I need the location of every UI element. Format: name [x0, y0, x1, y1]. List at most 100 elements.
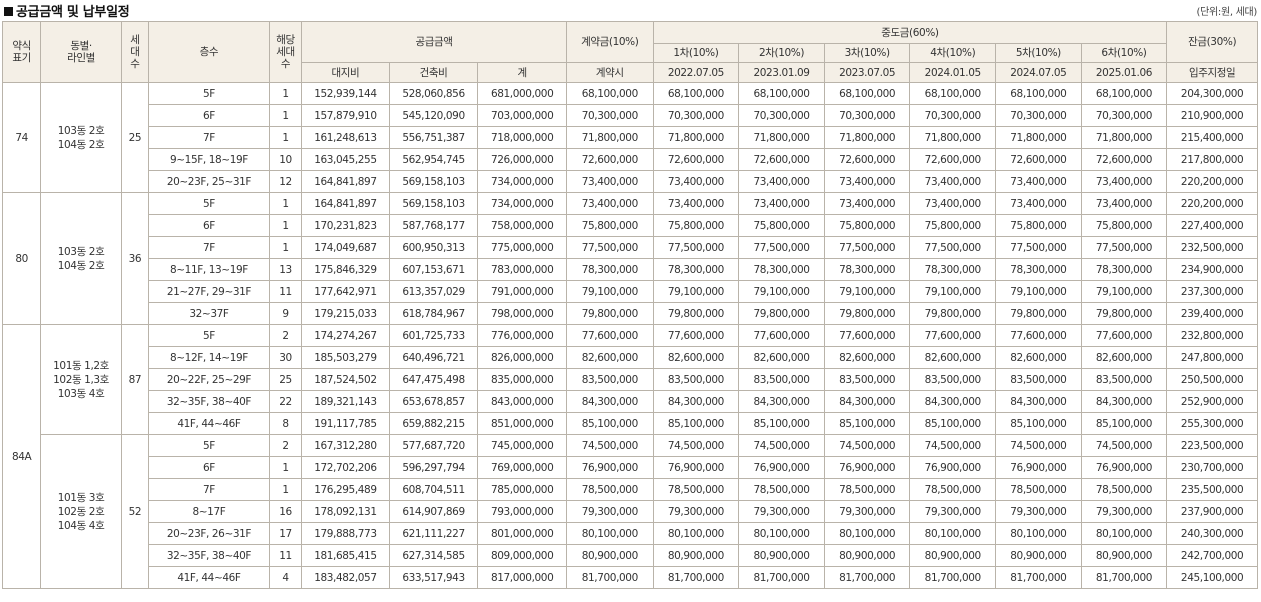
middle-payment-6: 84,300,000: [1080, 390, 1168, 413]
middle-payment-3: 78,500,000: [823, 478, 911, 501]
applicable-households: 8: [268, 412, 303, 435]
middle-payment-3: 74,500,000: [823, 434, 911, 457]
total-price: 703,000,000: [477, 104, 567, 127]
header-middle-term-4: 4차(10%): [909, 43, 997, 63]
building-cost: 545,120,090: [388, 104, 479, 127]
middle-payment-5: 82,600,000: [995, 346, 1082, 369]
middle-payment-5: 80,900,000: [995, 544, 1082, 567]
middle-payment-3: 71,800,000: [823, 126, 911, 149]
applicable-households: 25: [268, 368, 303, 391]
middle-payment-5: 72,600,000: [995, 148, 1082, 171]
middle-payment-6: 77,500,000: [1080, 236, 1168, 259]
deposit-amount: 75,800,000: [566, 214, 654, 237]
middle-payment-1: 84,300,000: [652, 390, 740, 413]
deposit-amount: 79,100,000: [566, 280, 654, 303]
table-row: 6F 1 172,702,206 596,297,794 769,000,000 76,9…: [3, 456, 1258, 479]
floor-range: 20~23F, 26~31F: [148, 522, 270, 545]
header-applicable-households: 해당 세대 수: [268, 21, 303, 83]
page-title: 공급금액 및 납부일정: [4, 1, 130, 20]
household-count: 87: [120, 324, 150, 435]
header-households: 세 대 수: [120, 21, 150, 83]
middle-payment-4: 72,600,000: [909, 148, 997, 171]
middle-payment-2: 80,100,000: [738, 522, 825, 545]
middle-payment-5: 81,700,000: [995, 566, 1082, 589]
table-row: 32~35F, 38~40F 22 189,321,143 653,678,857 84…: [3, 390, 1258, 413]
floor-range: 21~27F, 29~31F: [148, 280, 270, 303]
header-supply-amount: 공급금액: [301, 21, 567, 63]
middle-payment-2: 70,300,000: [738, 104, 825, 127]
total-price: 726,000,000: [477, 148, 567, 171]
type-label: 74: [1, 82, 42, 193]
land-cost: 179,215,033: [301, 302, 390, 325]
deposit-amount: 81,700,000: [566, 566, 654, 589]
applicable-households: 13: [268, 258, 303, 281]
middle-payment-1: 79,100,000: [652, 280, 740, 303]
middle-payment-1: 76,900,000: [652, 456, 740, 479]
middle-payment-4: 82,600,000: [909, 346, 997, 369]
land-cost: 177,642,971: [301, 280, 390, 303]
middle-payment-6: 76,900,000: [1080, 456, 1168, 479]
building-cost: 613,357,029: [388, 280, 479, 303]
land-cost: 191,117,785: [301, 412, 390, 435]
middle-payment-1: 74,500,000: [652, 434, 740, 457]
square-bullet-icon: [4, 7, 13, 16]
middle-payment-5: 84,300,000: [995, 390, 1082, 413]
table-row: 20~23F, 25~31F 12 164,841,897 569,158,103 73…: [3, 170, 1258, 193]
applicable-households: 2: [268, 434, 303, 457]
dong-line: 103동 2호 104동 2호: [40, 82, 122, 193]
middle-payment-3: 78,300,000: [823, 258, 911, 281]
floor-range: 5F: [148, 82, 270, 105]
table-row: 7F 1 176,295,489 608,704,511 785,000,000 78,5…: [3, 478, 1258, 501]
land-cost: 152,939,144: [301, 82, 390, 105]
total-price: 817,000,000: [477, 566, 567, 589]
balance-amount: 232,500,000: [1166, 236, 1258, 259]
middle-payment-4: 68,100,000: [909, 82, 997, 105]
middle-payment-3: 79,100,000: [823, 280, 911, 303]
header-total: 계: [477, 62, 567, 83]
land-cost: 175,846,329: [301, 258, 390, 281]
land-cost: 170,231,823: [301, 214, 390, 237]
deposit-amount: 73,400,000: [566, 192, 654, 215]
middle-payment-3: 70,300,000: [823, 104, 911, 127]
balance-amount: 227,400,000: [1166, 214, 1258, 237]
table-row: 80 103동 2호 104동 2호 36 5F 1 164,841,897 569,158…: [1, 192, 1258, 325]
middle-payment-2: 79,100,000: [738, 280, 825, 303]
table-row: 9~15F, 18~19F 10 163,045,255 562,954,745 726…: [3, 148, 1258, 171]
land-cost: 189,321,143: [301, 390, 390, 413]
total-price: 851,000,000: [477, 412, 567, 435]
floor-range: 8~11F, 13~19F: [148, 258, 270, 281]
middle-payment-6: 79,800,000: [1080, 302, 1168, 325]
middle-payment-5: 71,800,000: [995, 126, 1082, 149]
middle-payment-3: 79,300,000: [823, 500, 911, 523]
header-middle-term-1: 1차(10%): [652, 43, 740, 63]
middle-payment-4: 74,500,000: [909, 434, 997, 457]
applicable-households: 22: [268, 390, 303, 413]
balance-amount: 220,200,000: [1166, 192, 1258, 215]
total-price: 791,000,000: [477, 280, 567, 303]
header-middle-term-5: 5차(10%): [995, 43, 1082, 63]
total-price: 785,000,000: [477, 478, 567, 501]
middle-payment-5: 85,100,000: [995, 412, 1082, 435]
header-middle-term-2: 2차(10%): [738, 43, 825, 63]
middle-payment-3: 72,600,000: [823, 148, 911, 171]
building-cost: 600,950,313: [388, 236, 479, 259]
applicable-households: 1: [268, 478, 303, 501]
building-cost: 608,704,511: [388, 478, 479, 501]
table-row: 8~17F 16 178,092,131 614,907,869 793,000,000…: [3, 500, 1258, 523]
middle-payment-1: 78,500,000: [652, 478, 740, 501]
deposit-amount: 68,100,000: [566, 82, 654, 105]
middle-payment-4: 84,300,000: [909, 390, 997, 413]
middle-payment-5: 68,100,000: [995, 82, 1082, 105]
middle-payment-1: 79,800,000: [652, 302, 740, 325]
middle-payment-6: 80,900,000: [1080, 544, 1168, 567]
header-middle-term-3: 3차(10%): [823, 43, 911, 63]
dong-line: 101동 3호 102동 2호 104동 4호: [40, 434, 122, 589]
floor-range: 9~15F, 18~19F: [148, 148, 270, 171]
header-balance: 잔금(30%): [1166, 21, 1258, 63]
header-middle-payment: 중도금(60%): [652, 21, 1168, 44]
table-row: 74 103동 2호 104동 2호 25 5F 1 152,939,144 528,060…: [1, 82, 1258, 193]
middle-payment-5: 79,300,000: [995, 500, 1082, 523]
middle-payment-4: 79,100,000: [909, 280, 997, 303]
balance-amount: 237,900,000: [1166, 500, 1258, 523]
middle-payment-2: 74,500,000: [738, 434, 825, 457]
